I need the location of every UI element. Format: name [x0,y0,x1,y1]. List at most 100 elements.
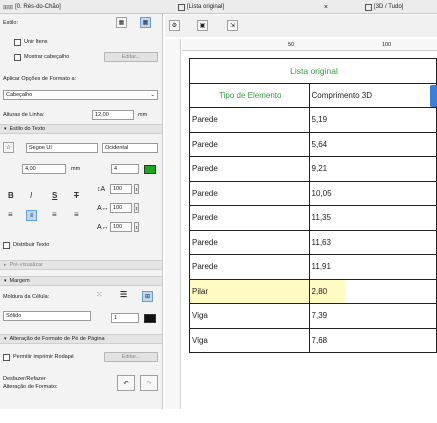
tab-floor-plan[interactable]: ⊞⊞ [0. Rés-do-Chão] [3,1,61,13]
cell-tipo[interactable]: Viga [189,327,310,353]
section-pre-visualizar-label: Pré-visualizar [9,262,43,268]
gear-icon: ⚙ [171,23,178,29]
grid-header-icon: ▦ [142,20,149,26]
cell-comprimento[interactable]: 5,19 [308,107,437,133]
cell-comprimento[interactable]: 5,64 [308,131,437,157]
header-tipo-elemento[interactable]: Tipo de Elemento [189,82,310,108]
align-right-button[interactable]: ≡ [52,210,57,219]
cell-tipo[interactable]: Parede [189,180,310,206]
column-scroll-handle[interactable] [430,85,437,107]
line-spacing-stepper[interactable]: ⇕ [134,184,139,194]
cell-tipo[interactable]: Parede [189,254,310,280]
char-spacing-stepper[interactable]: ⇕ [134,203,139,213]
cell-tipo[interactable]: Parede [189,205,310,231]
cell-comprimento[interactable]: 7,39 [308,303,437,329]
char-width-icon: A↔ [97,224,109,231]
justify-button[interactable]: ≡ [74,210,79,219]
strikethrough-button[interactable]: T [74,191,79,200]
moldura-label: Moldura da Célula: [3,294,50,300]
favorites-button[interactable]: ☆ [3,142,14,153]
char-width-value: 100 [113,224,123,230]
cell-tipo[interactable]: Parede [189,131,310,157]
header-comprimento-3d[interactable]: Comprimento 3D [308,82,437,108]
export-icon: ⇲ [229,23,236,29]
section-margem[interactable]: ▾ Margem [0,276,162,286]
distribuir-texto-checkbox[interactable] [3,242,10,249]
color-swatch[interactable] [144,165,156,174]
font-size-input[interactable]: 4,00 [22,164,66,174]
pen-input[interactable]: 1 [111,313,139,323]
collapse-triangle-icon: ▾ [4,336,7,342]
altura-value: 12,00 [95,112,109,118]
line-spacing-icon: ↕A [97,186,106,193]
table-title[interactable]: Lista original [189,58,437,84]
char-spacing-value: 100 [113,205,123,211]
char-width-input[interactable]: 100 [110,222,132,232]
pen-color-swatch[interactable] [144,314,156,323]
text-color-input[interactable]: 4 [111,164,139,174]
floor-plan-icon: ⊞⊞ [3,4,14,11]
script-value: Ocidental [105,145,129,151]
aplicar-dropdown[interactable]: Cabeçalho ⌄ [3,90,158,100]
section-estilo-texto[interactable]: ▾ Estilo do Texto [0,124,162,134]
altura-input[interactable]: 12,00 [92,110,134,120]
settings-button[interactable]: ⚙ [169,20,180,31]
style-grid-button[interactable]: ▦ [116,17,127,28]
char-spacing-input[interactable]: 100 [110,203,132,213]
3d-window-icon [365,3,372,11]
chevron-down-icon: ⌄ [150,92,155,98]
collapse-triangle-icon: ▾ [4,278,7,284]
table-row: Parede 11,91 [189,254,437,280]
close-tab-icon[interactable]: × [324,4,328,11]
cell-tipo[interactable]: Parede [189,229,310,255]
cell-tipo[interactable]: Viga [189,303,310,329]
cell-comprimento[interactable]: 9,21 [308,156,437,182]
table-row: Parede 9,21 [189,156,437,182]
cell-comprimento[interactable]: 11,35 [308,205,437,231]
border-none-icon[interactable]: ⁙ [96,290,103,299]
tab-3d[interactable]: [3D / Tudo] [365,1,403,13]
italic-button[interactable]: I [30,191,32,200]
undo-format-button[interactable]: ↶ [117,375,135,391]
underline-button[interactable]: S [52,191,57,200]
permitir-rodape-label: Permitir imprimir Rodapé [13,354,74,360]
style-grid-header-button[interactable]: ▦ [140,17,151,28]
format-button[interactable]: ▣ [197,20,208,31]
desfazer-label: Desfazer/Refazer [3,376,46,382]
permitir-rodape-checkbox[interactable] [3,354,10,361]
tab-lista-original[interactable]: [Lista original] × [178,1,358,13]
align-center-button[interactable]: ≡ [26,210,37,221]
redo-format-button[interactable]: ↷ [140,375,158,391]
line-type-dropdown[interactable]: Sólido [3,311,91,321]
editar-button[interactable]: Editar... [104,52,158,62]
border-all-button[interactable]: ⊞ [142,291,153,302]
cell-comprimento[interactable]: 11,63 [308,229,437,255]
section-alteracao[interactable]: ▾ Alteração de Formato de Pé de Página [0,334,162,344]
section-pre-visualizar[interactable]: ▸ Pré-visualizar [0,260,162,270]
mostrar-cabecalho-checkbox[interactable] [14,54,21,61]
cell-tipo[interactable]: Parede [189,156,310,182]
unir-itens-checkbox[interactable] [14,39,21,46]
editar-rodape-button[interactable]: Editar... [104,352,158,362]
aplicar-value: Cabeçalho [6,92,33,98]
cell-tipo[interactable]: Parede [189,107,310,133]
cell-tipo[interactable]: Pilar [189,278,310,304]
tab-floor-plan-label: [0. Rés-do-Chão] [15,4,61,10]
line-spacing-input[interactable]: 100 [110,184,132,194]
cell-comprimento[interactable]: 7,68 [308,327,437,353]
align-left-button[interactable]: ≡ [8,210,13,219]
table-icon: ▣ [199,23,206,29]
font-dropdown[interactable]: Segoe UI [26,143,98,153]
cell-comprimento[interactable]: 2,80 [308,278,437,304]
cell-comprimento[interactable]: 10,05 [308,180,437,206]
cell-comprimento[interactable]: 11,91 [308,254,437,280]
bold-button[interactable]: B [8,191,14,200]
border-outer-icon[interactable]: ☰ [120,290,127,299]
line-type-value: Sólido [6,313,22,319]
script-dropdown[interactable]: Ocidental [102,143,158,153]
font-size-value: 4,00 [25,166,36,172]
char-width-stepper[interactable]: ⇕ [134,222,139,232]
export-button[interactable]: ⇲ [227,20,238,31]
font-value: Segoe UI [29,145,52,151]
grid-icon: ▦ [118,20,125,26]
